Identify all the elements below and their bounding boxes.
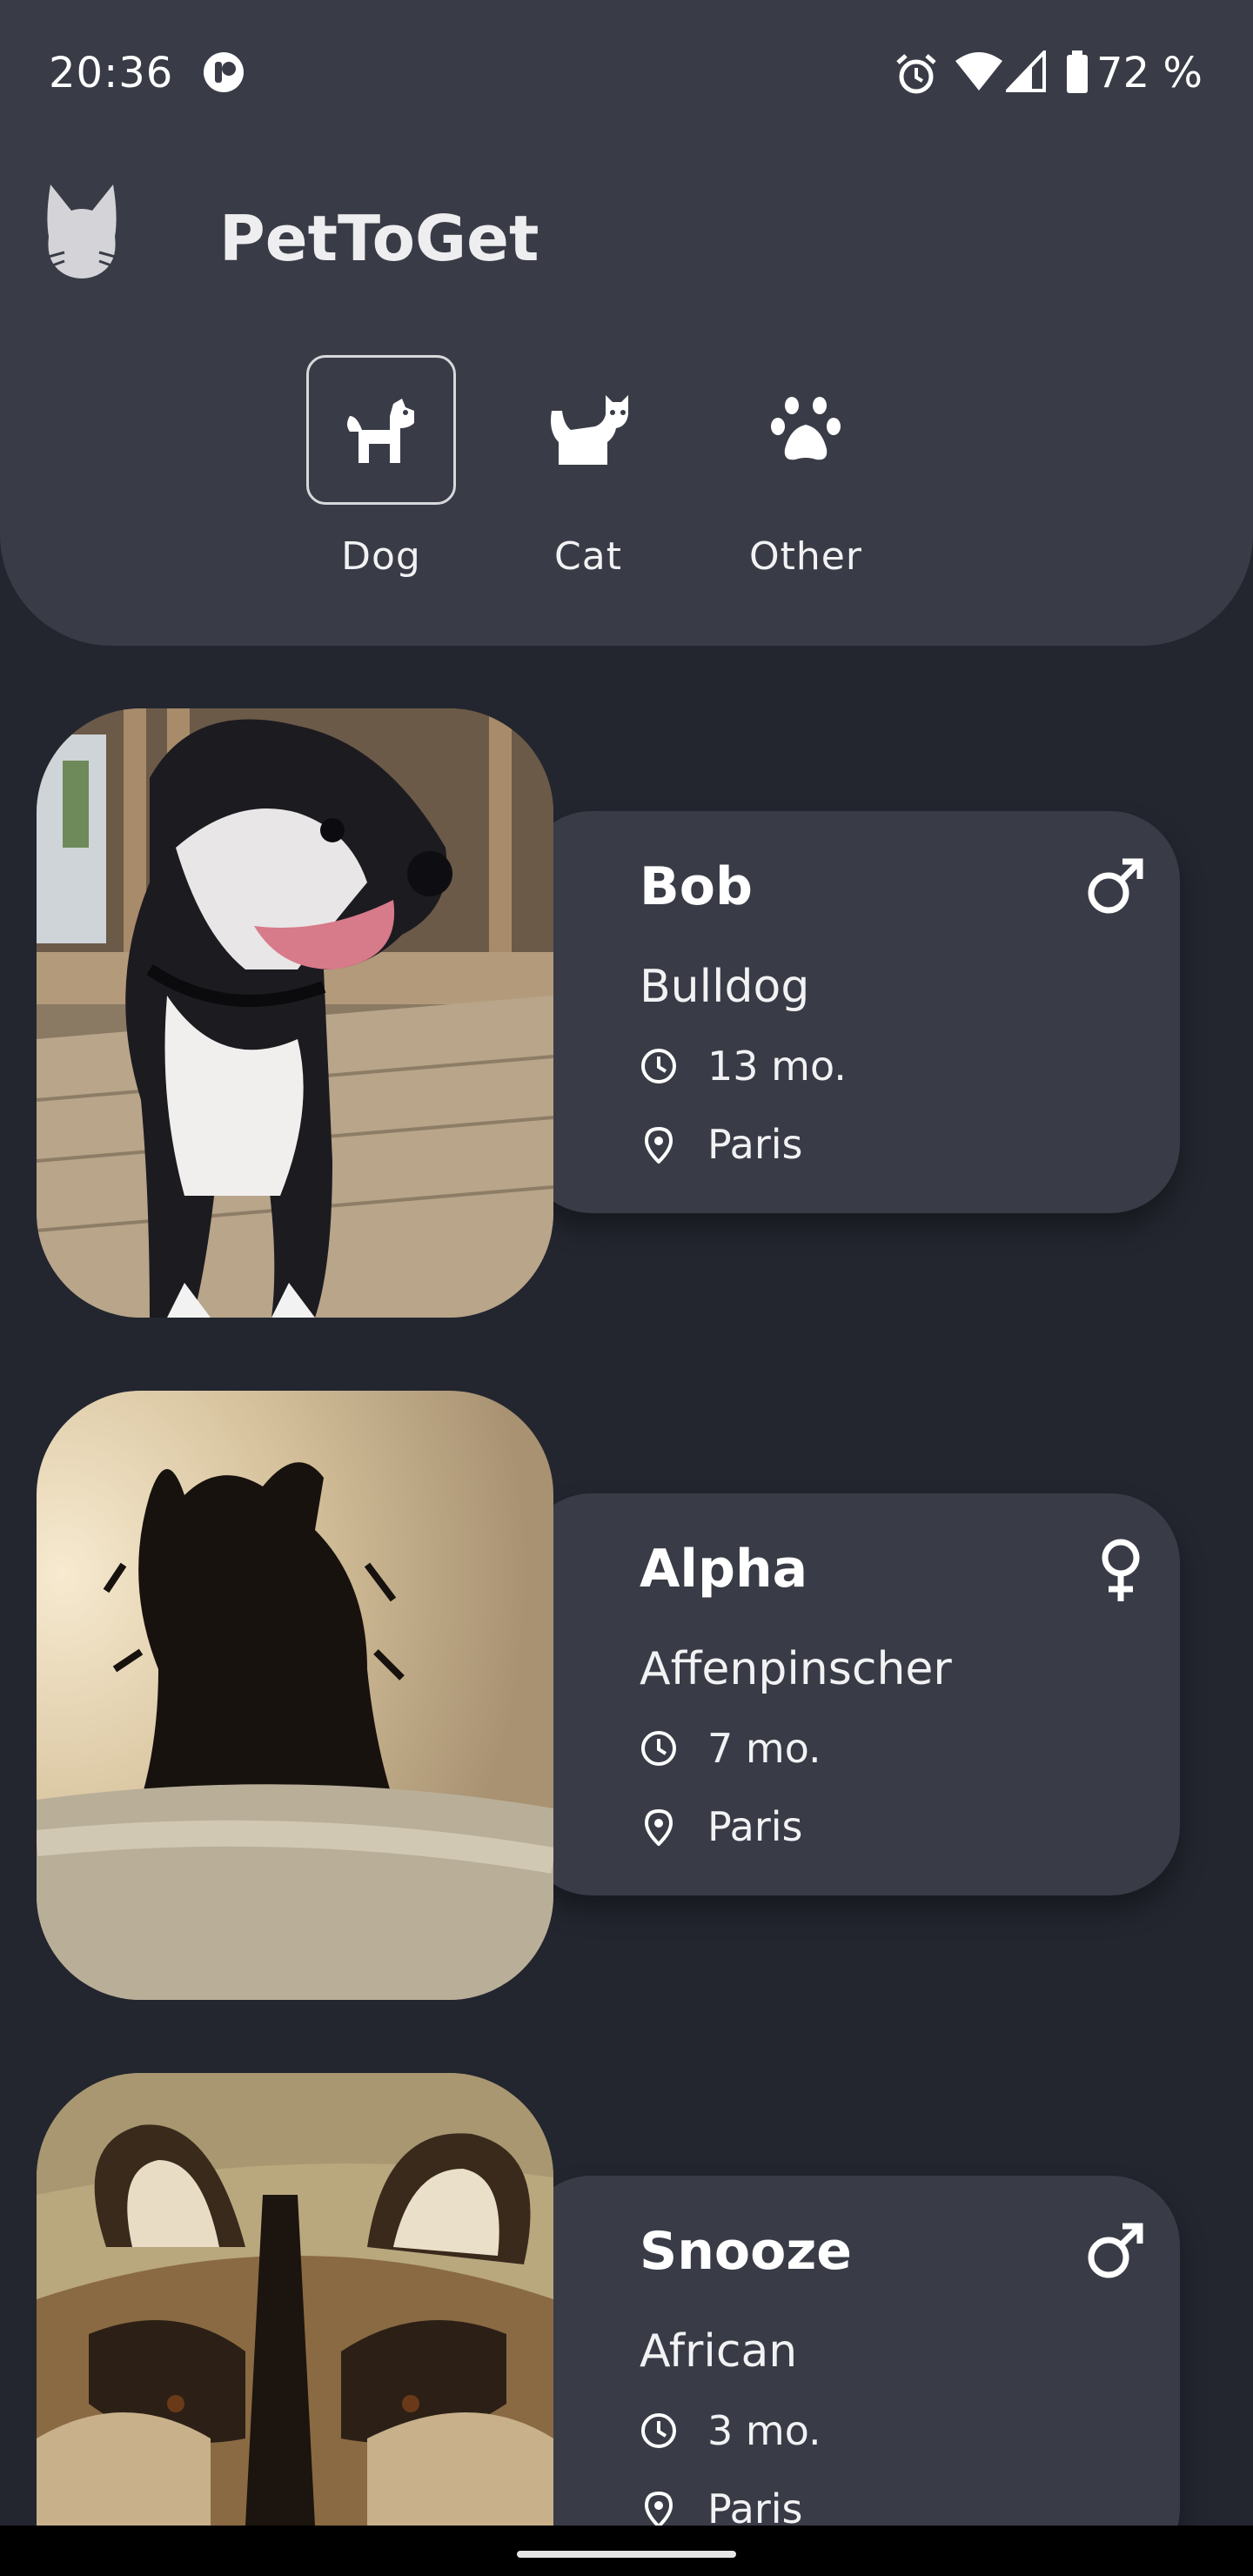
pet-location: Paris — [707, 1803, 803, 1850]
pet-photo-bob[interactable] — [37, 708, 553, 1318]
wifi-icon — [954, 50, 1004, 97]
cat-head-icon — [44, 181, 119, 285]
location-pin-icon — [644, 1808, 673, 1846]
pet-location-row: Paris — [640, 1803, 803, 1850]
pet-age: 7 mo. — [707, 1725, 821, 1772]
pet-age-row: 3 mo. — [640, 2407, 821, 2454]
pet-info-panel[interactable]: Snooze African 3 mo. Paris — [522, 2176, 1180, 2526]
category-dog-label: Dog — [341, 534, 421, 579]
pet-name: Alpha — [640, 1539, 808, 1600]
pet-breed: African — [640, 2325, 798, 2378]
pet-breed: Affenpinscher — [640, 1643, 952, 1695]
pet-photo-snooze[interactable] — [37, 2073, 553, 2526]
pet-card-snooze[interactable]: Snooze African 3 mo. Paris — [0, 2073, 1253, 2526]
dog-icon — [347, 399, 414, 463]
pet-location: Paris — [707, 2485, 803, 2526]
female-icon — [1095, 1537, 1147, 1607]
location-pin-icon — [644, 1126, 673, 1164]
alarm-icon — [893, 50, 940, 101]
status-bar: 20:36 72 % — [0, 0, 1253, 139]
clock-icon — [641, 1049, 676, 1083]
location-pin-icon — [644, 2491, 673, 2526]
pet-name: Snooze — [640, 2221, 852, 2282]
pet-card-bob[interactable]: Bob Bulldog 13 mo. Paris — [0, 708, 1253, 1318]
pet-photo-alpha[interactable] — [37, 1391, 553, 2000]
signal-icon — [1003, 48, 1046, 97]
pet-location-row: Paris — [640, 2485, 803, 2526]
pet-location: Paris — [707, 1121, 803, 1168]
category-other[interactable]: Other — [729, 355, 882, 579]
pet-age: 13 mo. — [707, 1043, 847, 1090]
battery-icon — [1065, 50, 1089, 97]
clock-icon — [641, 2413, 676, 2448]
app-notification-icon — [202, 50, 245, 97]
clock-icon — [641, 1731, 676, 1766]
cat-icon-box[interactable] — [513, 355, 663, 505]
dog-icon-box[interactable] — [306, 355, 456, 505]
category-other-label: Other — [749, 534, 862, 579]
male-icon — [1084, 2219, 1147, 2285]
status-time: 20:36 — [49, 49, 174, 97]
pet-breed: Bulldog — [640, 961, 810, 1013]
battery-percentage: 72 % — [1096, 49, 1203, 97]
male-icon — [1084, 855, 1147, 921]
paw-icon — [771, 397, 841, 460]
pet-info-panel[interactable]: Bob Bulldog 13 mo. Paris — [522, 811, 1180, 1213]
pet-age-row: 7 mo. — [640, 1725, 821, 1772]
home-gesture-handle[interactable] — [517, 2551, 736, 2558]
app-title: PetToGet — [219, 202, 539, 275]
paw-icon-box[interactable] — [731, 355, 881, 505]
pet-info-panel[interactable]: Alpha Affenpinscher 7 mo. Paris — [522, 1493, 1180, 1895]
pet-card-alpha[interactable]: Alpha Affenpinscher 7 mo. Paris — [0, 1391, 1253, 2000]
category-cat-label: Cat — [554, 534, 622, 579]
pet-age: 3 mo. — [707, 2407, 821, 2454]
pet-name: Bob — [640, 856, 753, 917]
category-dog[interactable]: Dog — [305, 355, 458, 579]
pet-location-row: Paris — [640, 1121, 803, 1168]
category-cat[interactable]: Cat — [512, 355, 665, 579]
pet-age-row: 13 mo. — [640, 1043, 847, 1090]
cat-icon — [551, 395, 628, 465]
